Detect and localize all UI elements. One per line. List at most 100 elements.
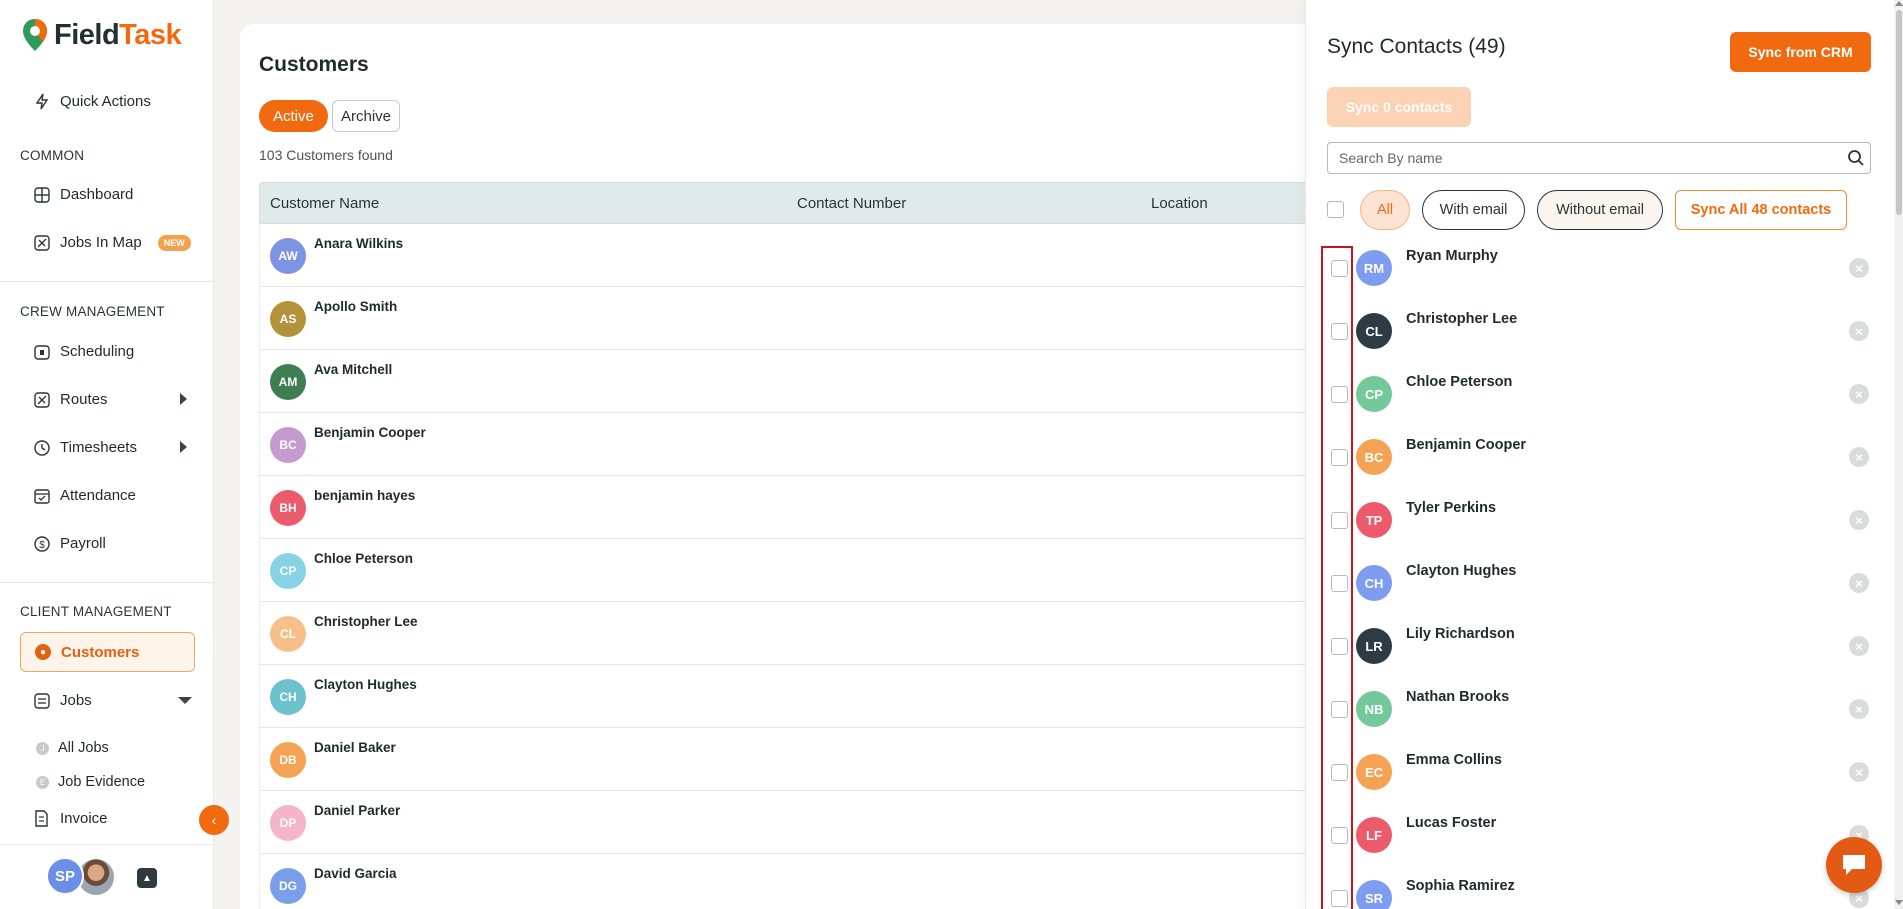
remove-contact-icon[interactable]: ×: [1849, 510, 1869, 530]
contact-row[interactable]: CH Clayton Hughes ×: [1306, 557, 1896, 620]
chevron-right-icon[interactable]: [180, 393, 187, 405]
customer-name[interactable]: Benjamin Cooper: [314, 425, 426, 440]
customer-name[interactable]: Clayton Hughes: [314, 677, 417, 692]
customers-table: Customer Name Contact Number Location AW…: [259, 182, 1360, 909]
customer-name[interactable]: David Garcia: [314, 866, 397, 881]
remove-contact-icon[interactable]: ×: [1849, 384, 1869, 404]
customer-name[interactable]: benjamin hayes: [314, 488, 415, 503]
attendance-icon: [33, 487, 50, 504]
nav-dashboard[interactable]: Dashboard: [33, 186, 133, 203]
filter-with-email[interactable]: With email: [1422, 190, 1525, 230]
column-header-customer-name[interactable]: Customer Name: [270, 195, 379, 212]
customer-name[interactable]: Daniel Parker: [314, 803, 400, 818]
all-jobs-icon: J: [36, 741, 49, 755]
remove-contact-icon[interactable]: ×: [1849, 636, 1869, 656]
chat-button[interactable]: [1826, 837, 1882, 893]
contact-row[interactable]: RM Ryan Murphy ×: [1306, 242, 1896, 305]
contact-row[interactable]: LF Lucas Foster ×: [1306, 809, 1896, 872]
table-row[interactable]: CH Clayton Hughes: [259, 665, 1360, 728]
collapse-sidebar-button[interactable]: ‹: [199, 805, 229, 835]
svg-text:$: $: [39, 540, 45, 551]
table-row[interactable]: BH benjamin hayes: [259, 476, 1360, 539]
chevron-down-icon[interactable]: [178, 697, 192, 704]
remove-contact-icon[interactable]: ×: [1849, 699, 1869, 719]
remove-contact-icon[interactable]: ×: [1849, 447, 1869, 467]
remove-contact-icon[interactable]: ×: [1849, 258, 1869, 278]
column-header-contact-number[interactable]: Contact Number: [797, 195, 906, 212]
contact-row[interactable]: CL Christopher Lee ×: [1306, 305, 1896, 368]
table-row[interactable]: DG David Garcia: [259, 854, 1360, 909]
contact-row[interactable]: SR Sophia Ramirez ×: [1306, 872, 1896, 909]
filter-all[interactable]: All: [1360, 190, 1410, 230]
table-row[interactable]: AW Anara Wilkins: [259, 224, 1360, 287]
customer-name[interactable]: Chloe Peterson: [314, 551, 413, 566]
table-row[interactable]: AS Apollo Smith: [259, 287, 1360, 350]
sidebar: FieldTask Quick Actions COMMON Dashboard…: [0, 0, 214, 909]
brand-logo[interactable]: FieldTask: [22, 18, 182, 52]
table-row[interactable]: CL Christopher Lee: [259, 602, 1360, 665]
nav-customers[interactable]: ● Customers: [20, 632, 195, 672]
nav-attendance[interactable]: Attendance: [33, 487, 136, 504]
avatar[interactable]: SP: [46, 857, 84, 895]
nav-jobs[interactable]: Jobs: [33, 692, 92, 709]
remove-contact-icon[interactable]: ×: [1849, 762, 1869, 782]
contact-name: Chloe Peterson: [1406, 374, 1513, 390]
user-profile-row: SP ▲: [0, 844, 213, 909]
contact-row[interactable]: TP Tyler Perkins ×: [1306, 494, 1896, 557]
scroll-up-arrow[interactable]: [1895, 1, 1903, 6]
remove-contact-icon[interactable]: ×: [1849, 321, 1869, 341]
contact-avatar: CL: [1356, 313, 1392, 349]
table-row[interactable]: DP Daniel Parker: [259, 791, 1360, 854]
customer-name[interactable]: Apollo Smith: [314, 299, 397, 314]
lightning-icon: [33, 93, 50, 110]
nav-routes[interactable]: Routes: [33, 391, 108, 408]
customer-name[interactable]: Anara Wilkins: [314, 236, 403, 251]
nav-invoice[interactable]: Invoice: [33, 810, 108, 827]
contact-name: Nathan Brooks: [1406, 689, 1510, 705]
scrollbar-thumb[interactable]: [1896, 10, 1902, 215]
nav-timesheets[interactable]: Timesheets: [33, 439, 137, 456]
column-header-location[interactable]: Location: [1151, 195, 1208, 212]
filter-without-email[interactable]: Without email: [1537, 190, 1663, 230]
sync-from-crm-button[interactable]: Sync from CRM: [1730, 32, 1871, 72]
contact-row[interactable]: LR Lily Richardson ×: [1306, 620, 1896, 683]
select-all-checkbox[interactable]: [1327, 201, 1344, 218]
nav-payroll[interactable]: $ Payroll: [33, 535, 106, 552]
customer-avatar: DB: [270, 742, 306, 778]
nav-quick-actions[interactable]: Quick Actions: [33, 93, 151, 110]
sync-contacts-panel: Sync Contacts (49) Sync from CRM Sync 0 …: [1305, 0, 1903, 909]
table-row[interactable]: DB Daniel Baker: [259, 728, 1360, 791]
customer-name[interactable]: Christopher Lee: [314, 614, 418, 629]
tab-archive[interactable]: Archive: [332, 100, 401, 132]
remove-contact-icon[interactable]: ×: [1849, 573, 1869, 593]
search-input[interactable]: [1328, 143, 1828, 173]
tab-active[interactable]: Active: [259, 100, 328, 132]
chevron-up-icon[interactable]: ▲: [137, 868, 157, 888]
table-row[interactable]: AM Ava Mitchell: [259, 350, 1360, 413]
customer-name[interactable]: Ava Mitchell: [314, 362, 392, 377]
contact-avatar: RM: [1356, 250, 1392, 286]
contact-name: Sophia Ramirez: [1406, 878, 1515, 894]
nav-quick-actions-label: Quick Actions: [60, 93, 151, 110]
contact-row[interactable]: NB Nathan Brooks ×: [1306, 683, 1896, 746]
scroll-down-arrow[interactable]: [1895, 900, 1903, 905]
nav-all-jobs[interactable]: J All Jobs: [36, 740, 109, 756]
customer-name[interactable]: Daniel Baker: [314, 740, 396, 755]
customer-avatar: DP: [270, 805, 306, 841]
sync-all-button[interactable]: Sync All 48 contacts: [1675, 190, 1847, 230]
nav-job-evidence[interactable]: E Job Evidence: [36, 774, 145, 790]
contact-name: Clayton Hughes: [1406, 563, 1517, 579]
chevron-right-icon[interactable]: [180, 441, 187, 453]
contact-row[interactable]: EC Emma Collins ×: [1306, 746, 1896, 809]
table-row[interactable]: CP Chloe Peterson: [259, 539, 1360, 602]
contact-avatar: LR: [1356, 628, 1392, 664]
clock-icon: [33, 439, 50, 456]
nav-scheduling[interactable]: Scheduling: [33, 343, 134, 360]
nav-jobs-in-map[interactable]: Jobs In Map NEW: [33, 234, 191, 251]
contact-row[interactable]: BC Benjamin Cooper ×: [1306, 431, 1896, 494]
customer-avatar: AS: [270, 301, 306, 337]
table-row[interactable]: BC Benjamin Cooper: [259, 413, 1360, 476]
search-icon[interactable]: [1847, 149, 1865, 167]
sync-selected-button[interactable]: Sync 0 contacts: [1327, 87, 1471, 127]
contact-row[interactable]: CP Chloe Peterson ×: [1306, 368, 1896, 431]
